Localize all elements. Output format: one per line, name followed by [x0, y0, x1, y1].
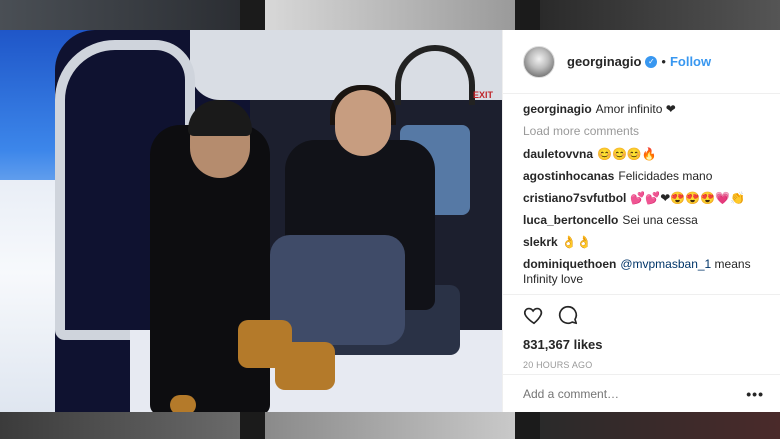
header-username[interactable]: georginagio: [567, 54, 641, 69]
person-woman-face: [335, 90, 391, 156]
comment-item: dauletovvna 😊😊😊🔥: [523, 147, 764, 162]
grid-thumbnail[interactable]: [0, 0, 240, 30]
timestamp: 20 HOURS AGO: [523, 360, 593, 370]
comment-input[interactable]: [523, 386, 723, 401]
verified-badge-icon: ✓: [645, 55, 658, 68]
comment-username[interactable]: dauletovvna: [523, 147, 593, 161]
grid-thumbnail[interactable]: [265, 0, 515, 30]
more-options-icon[interactable]: •••: [746, 386, 764, 402]
comment-username[interactable]: slekrk: [523, 235, 558, 249]
heart-icon[interactable]: [523, 304, 545, 331]
comment-mention-link[interactable]: @mvpmasban_1: [620, 257, 711, 271]
separator-dot: •: [661, 54, 666, 69]
post-actions: 831,367 likes 20 HOURS AGO: [503, 294, 780, 374]
add-comment-bar: •••: [503, 374, 780, 412]
boot: [170, 395, 196, 412]
comment-username[interactable]: agostinhocanas: [523, 169, 614, 183]
post-modal: EXIT georginagio ✓ • Follow georginagio A…: [0, 30, 780, 412]
grid-thumbnail[interactable]: [540, 0, 780, 30]
caption-username[interactable]: georginagio: [523, 102, 592, 116]
comment-item: luca_bertoncello Sei una cessa: [523, 213, 764, 228]
comment-item: slekrk 👌👌: [523, 235, 764, 250]
grid-thumbnail[interactable]: [0, 412, 240, 439]
post-sidebar: georginagio ✓ • Follow georginagio Amor i…: [502, 30, 780, 412]
post-header: georginagio ✓ • Follow: [503, 30, 780, 94]
comment-text: Felicidades mano: [618, 169, 713, 183]
load-more-comments-button[interactable]: Load more comments: [523, 124, 764, 139]
comment-item: agostinhocanas Felicidades mano: [523, 169, 764, 184]
caption-text: Amor infinito ❤: [595, 102, 676, 116]
comment-text: 😊😊😊🔥: [597, 147, 657, 161]
comment-username[interactable]: cristiano7svfutbol: [523, 191, 626, 205]
comment-bubble-icon[interactable]: [557, 304, 579, 331]
comment-username[interactable]: luca_bertoncello: [523, 213, 618, 227]
comment-text: 💕💕❤😍😍😍💗👏: [630, 191, 746, 205]
comment-text: Sei una cessa: [622, 213, 698, 227]
exit-sign: EXIT: [473, 90, 494, 100]
comment-text: 👌👌: [561, 235, 592, 249]
grid-thumbnail[interactable]: [540, 412, 780, 439]
likes-count[interactable]: 831,367 likes: [523, 337, 764, 352]
grid-thumbnail[interactable]: [265, 412, 515, 439]
comments-list: georginagio Amor infinito ❤ Load more com…: [503, 94, 780, 294]
avatar[interactable]: [523, 45, 555, 78]
comment-username[interactable]: dominiquethoen: [523, 257, 616, 271]
comment-item: dominiquethoen @mvpmasban_1 means Infinit…: [523, 257, 764, 287]
caption: georginagio Amor infinito ❤: [523, 102, 764, 117]
follow-button[interactable]: Follow: [670, 54, 711, 69]
comment-item: cristiano7svfutbol 💕💕❤😍😍😍💗👏: [523, 191, 764, 206]
post-photo[interactable]: EXIT: [0, 30, 502, 412]
boot: [275, 342, 335, 390]
action-icons: [523, 303, 764, 331]
